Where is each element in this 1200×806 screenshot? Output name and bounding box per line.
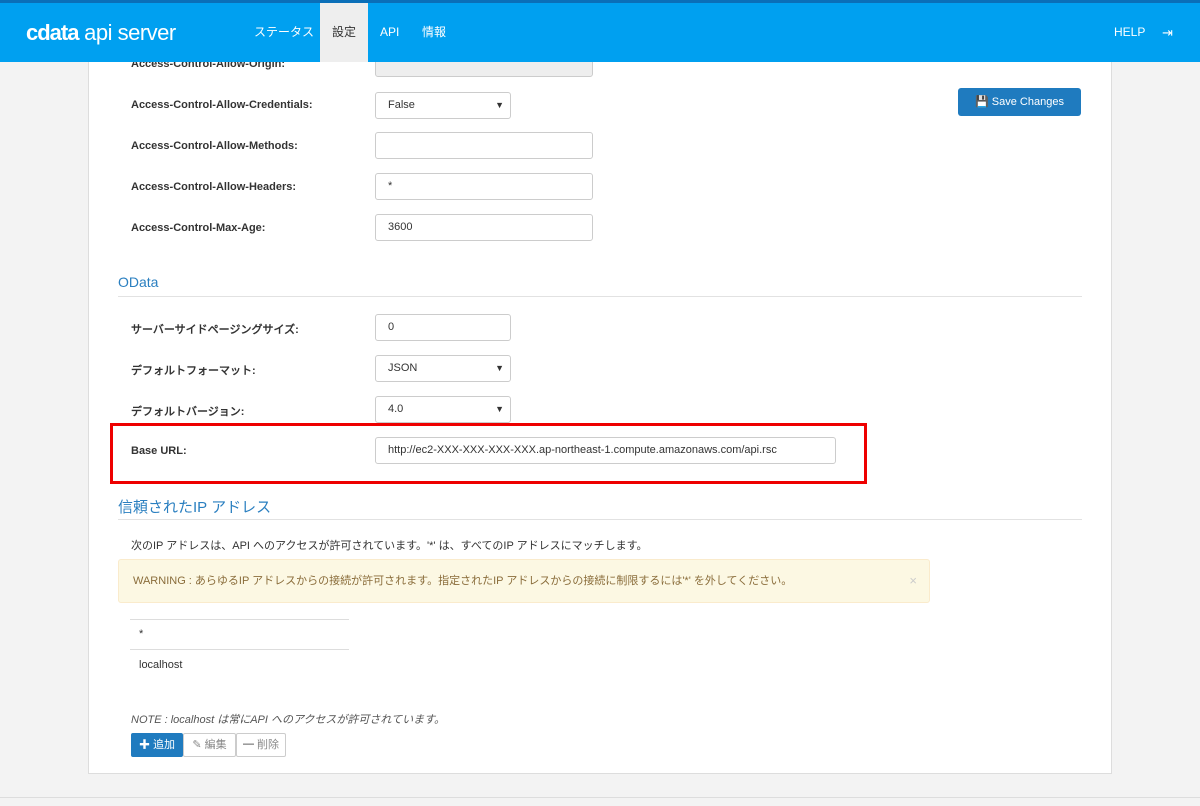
format-label: デフォルトフォーマット: — [131, 365, 256, 377]
maxage-label: Access-Control-Max-Age: — [131, 222, 266, 234]
maxage-input[interactable]: 3600 — [375, 214, 593, 241]
logo[interactable]: cdata api server — [26, 20, 176, 46]
footer-divider — [0, 797, 1200, 798]
edit-button[interactable]: ✎ 編集 — [183, 733, 236, 757]
list-item[interactable]: * — [130, 620, 349, 650]
delete-button[interactable]: ━ 削除 — [236, 733, 286, 757]
version-select[interactable]: 4.0 — [375, 396, 511, 423]
headers-label: Access-Control-Allow-Headers: — [131, 181, 297, 193]
headers-input[interactable]: * — [375, 173, 593, 200]
credentials-label: Access-Control-Allow-Credentials: — [131, 99, 313, 111]
close-icon[interactable]: × — [909, 560, 917, 602]
nav-api[interactable]: API — [380, 3, 399, 62]
save-icon: 💾 — [975, 96, 989, 108]
methods-label: Access-Control-Allow-Methods: — [131, 140, 298, 152]
baseurl-input[interactable]: http://ec2-XXX-XXX-XXX-XXX.ap-northeast-… — [375, 437, 836, 464]
methods-input[interactable] — [375, 132, 593, 159]
top-navbar: cdata api server ステータス 設定 API 情報 HELP ⇥ — [0, 0, 1200, 62]
note-text: NOTE : localhost は常にAPI へのアクセスが許可されています。 — [131, 714, 445, 726]
format-select[interactable]: JSON — [375, 355, 511, 382]
nav-help[interactable]: HELP — [1114, 3, 1145, 62]
credentials-select[interactable]: False — [375, 92, 511, 119]
paging-input[interactable]: 0 — [375, 314, 511, 341]
paging-label: サーバーサイドページングサイズ: — [131, 324, 299, 336]
warning-alert: WARNING : あらゆるIP アドレスからの接続が許可されます。指定されたI… — [118, 559, 930, 603]
add-button[interactable]: ✚ 追加 — [131, 733, 183, 757]
nav-status[interactable]: ステータス — [254, 3, 314, 62]
version-label: デフォルトバージョン: — [131, 406, 245, 418]
save-changes-button[interactable]: 💾 Save Changes — [958, 88, 1081, 116]
logout-icon[interactable]: ⇥ — [1162, 3, 1173, 62]
baseurl-label: Base URL: — [131, 445, 187, 457]
divider — [118, 296, 1082, 297]
nav-settings[interactable]: 設定 — [320, 3, 369, 62]
nav-info[interactable]: 情報 — [422, 3, 446, 62]
ip-heading: 信頼されたIP アドレス — [118, 499, 272, 516]
list-item[interactable]: localhost — [130, 650, 349, 680]
divider — [118, 519, 1082, 520]
odata-heading: OData — [118, 274, 159, 290]
ip-description: 次のIP アドレスは、API へのアクセスが許可されています。'*' は、すべて… — [131, 540, 648, 552]
ip-list: * localhost — [130, 619, 349, 680]
